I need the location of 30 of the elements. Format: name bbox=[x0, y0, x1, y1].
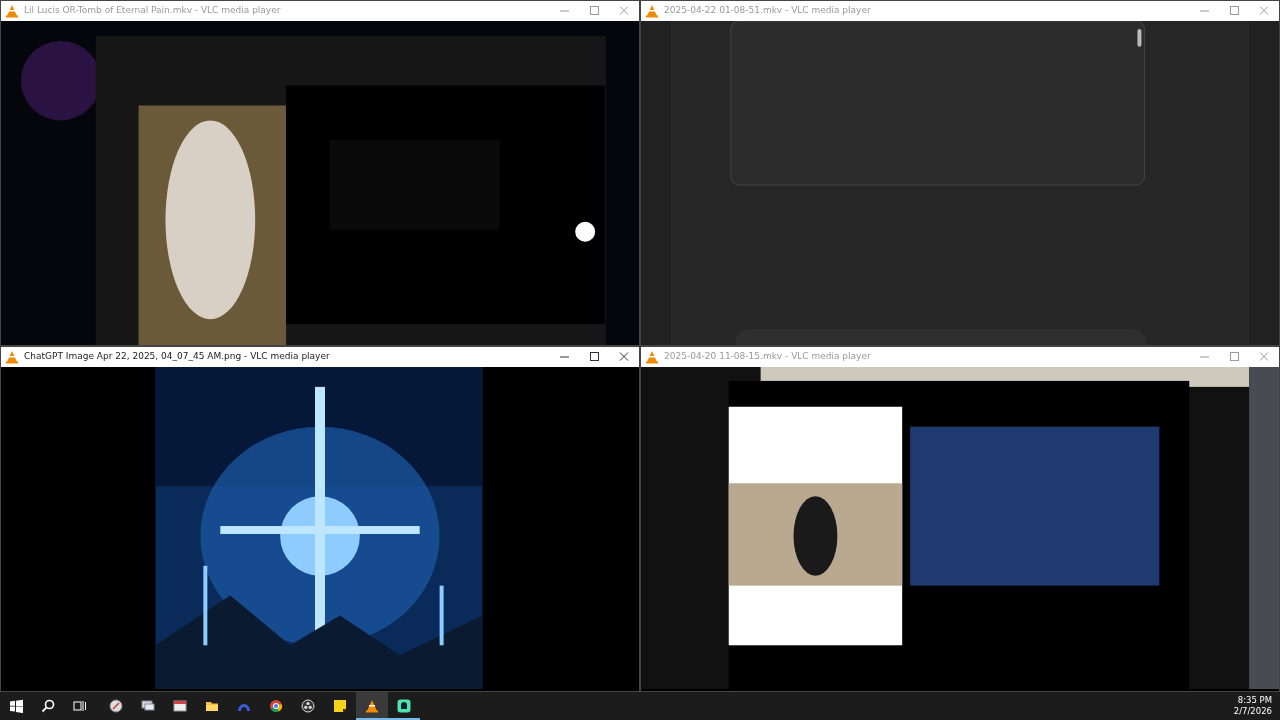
maximize-icon bbox=[588, 6, 600, 16]
traffic-cone-icon bbox=[5, 4, 19, 18]
folder-icon bbox=[205, 699, 219, 713]
aperture-icon bbox=[301, 699, 315, 713]
maximize-icon bbox=[1228, 352, 1240, 362]
traffic-cone-icon bbox=[645, 4, 659, 18]
traffic-cone-icon bbox=[5, 350, 19, 364]
window-title: 2025-04-20 11-08-15.mkv - VLC media player bbox=[664, 350, 872, 364]
window-title: Lil Lucis OR-Tomb of Eternal Pain.mkv - VLC media player bbox=[24, 4, 282, 18]
clock-time: 8:35 PM bbox=[1236, 694, 1272, 706]
traffic-cone-icon bbox=[645, 350, 659, 364]
maximize-icon bbox=[588, 352, 600, 362]
traffic-cone-icon bbox=[365, 699, 379, 713]
task-view-icon bbox=[73, 699, 87, 713]
monitor-icon bbox=[141, 699, 155, 713]
maximize-icon bbox=[1228, 6, 1240, 16]
close-icon bbox=[1258, 352, 1270, 362]
sticky-note-icon bbox=[333, 699, 347, 713]
close-icon bbox=[618, 352, 630, 362]
window-title: ChatGPT Image Apr 22, 2025, 04_07_45 AM.png - VLC media player bbox=[24, 350, 331, 364]
window-title: 2025-04-22 01-08-51.mkv - VLC media player bbox=[664, 4, 872, 18]
clock-date: 2/7/2026 bbox=[1233, 706, 1272, 718]
search-icon bbox=[41, 699, 55, 713]
compass-icon bbox=[109, 699, 123, 713]
browser-icon bbox=[269, 699, 283, 713]
chat-bubble-icon bbox=[397, 699, 411, 713]
start-icon bbox=[9, 699, 23, 713]
window-icon bbox=[173, 699, 187, 713]
close-icon bbox=[1258, 6, 1270, 16]
close-icon bbox=[618, 6, 630, 16]
